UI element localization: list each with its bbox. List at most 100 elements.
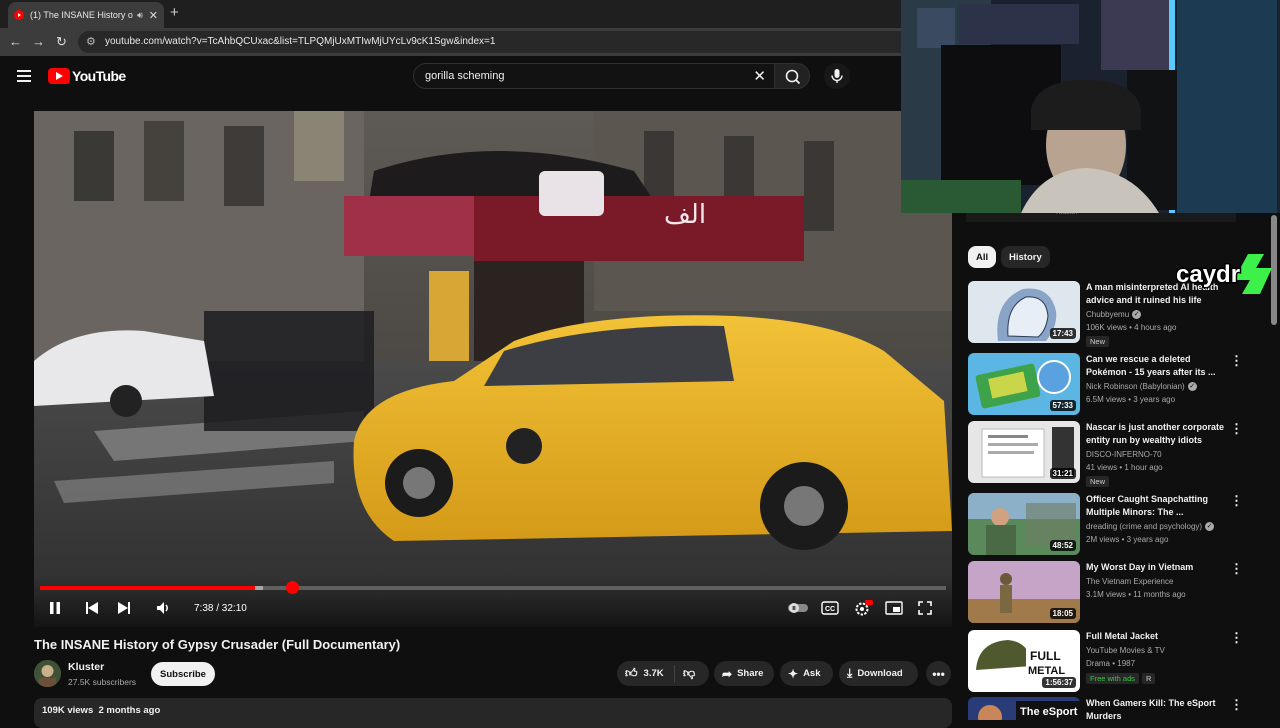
new-badge: New xyxy=(1086,476,1110,487)
video-meta: Drama • 1987 xyxy=(1086,659,1136,668)
search-query[interactable]: gorilla scheming xyxy=(425,70,504,82)
search-input[interactable]: gorilla scheming ✕ xyxy=(413,63,775,89)
more-vertical-icon[interactable]: ⋮ xyxy=(1230,697,1243,713)
more-vertical-icon[interactable]: ⋮ xyxy=(1230,561,1243,577)
verified-icon: ✓ xyxy=(1205,522,1215,532)
channel-avatar[interactable] xyxy=(34,660,61,687)
svg-text:CC: CC xyxy=(825,606,835,613)
video-duration: 17:43 xyxy=(1049,328,1076,339)
youtube-logo[interactable]: YouTube xyxy=(48,68,126,84)
miniplayer-icon[interactable] xyxy=(885,601,903,615)
more-actions-button[interactable]: ••• xyxy=(926,661,951,686)
address-bar[interactable]: ⚙ youtube.com/watch?v=TcAhbQCUxac&list=T… xyxy=(78,31,978,53)
played-bar xyxy=(40,586,255,590)
svg-text:FULL: FULL xyxy=(1030,649,1061,663)
video-meta: 41 views • 1 hour ago xyxy=(1086,463,1163,472)
previous-icon[interactable] xyxy=(84,600,100,616)
browser-tab[interactable]: (1) The INSANE History of G 🔊︎ ✕ xyxy=(8,2,164,28)
video-duration: 1:56:37 xyxy=(1042,677,1076,688)
new-tab-button[interactable]: + xyxy=(170,4,179,21)
streamer-logo: caydr xyxy=(1176,254,1272,294)
channel-name: dreading (crime and psychology) ✓ xyxy=(1086,522,1215,532)
next-icon[interactable] xyxy=(116,600,132,616)
tab-close-icon[interactable]: ✕ xyxy=(149,9,158,22)
voice-search-button[interactable] xyxy=(824,63,850,89)
video-title[interactable]: Can we rescue a deleted Pokémon - 15 yea… xyxy=(1086,353,1226,379)
more-vertical-icon[interactable]: ⋮ xyxy=(1230,493,1243,509)
fullscreen-icon[interactable] xyxy=(918,601,932,615)
share-button[interactable]: ➦ Share xyxy=(714,661,774,686)
video-thumbnail[interactable]: 31:21 xyxy=(968,421,1080,483)
download-icon: ⤓ xyxy=(847,666,853,680)
description-box[interactable]: 109K views 2 months ago xyxy=(34,698,952,728)
more-vertical-icon[interactable]: ⋮ xyxy=(1230,353,1243,369)
like-button[interactable]: 👍︎ 3.7K xyxy=(617,665,675,682)
recommended-video[interactable]: 18:05 My Worst Day in Vietnam The Vietna… xyxy=(968,561,1268,627)
video-title[interactable]: Full Metal Jacket xyxy=(1086,630,1226,643)
channel-name: The Vietnam Experience xyxy=(1086,577,1174,586)
recommended-video[interactable]: FULL METAL 1:56:37 Full Metal Jacket You… xyxy=(968,630,1268,696)
channel-name: DISCO-INFERNO-70 xyxy=(1086,450,1162,459)
more-vertical-icon[interactable]: ⋮ xyxy=(1230,421,1243,437)
video-title[interactable]: Officer Caught Snapchatting Multiple Min… xyxy=(1086,493,1226,519)
settings-icon[interactable] xyxy=(853,599,873,617)
video-thumbnail[interactable]: FULL METAL 1:56:37 xyxy=(968,630,1080,692)
reload-icon[interactable]: ↻ xyxy=(56,34,67,50)
video-thumbnail[interactable]: 57:33 xyxy=(968,353,1080,415)
search-button[interactable] xyxy=(774,63,810,89)
recommended-video[interactable]: 31:21 Nascar is just another corporate e… xyxy=(968,421,1268,487)
microphone-icon xyxy=(831,69,843,83)
video-thumbnail[interactable]: 18:05 xyxy=(968,561,1080,623)
download-button[interactable]: ⤓ Download xyxy=(839,661,918,686)
share-label: Share xyxy=(737,668,764,679)
player-controls xyxy=(34,577,952,627)
ask-button[interactable]: ✦ Ask xyxy=(780,661,833,686)
video-frame: الف xyxy=(34,111,952,627)
autoplay-toggle-icon[interactable] xyxy=(787,601,809,615)
search-icon xyxy=(785,69,801,85)
recommended-video[interactable]: The eSport When Gamers Kill: The eSport … xyxy=(968,697,1268,720)
dislike-button[interactable]: 👎︎ xyxy=(675,666,695,681)
new-badge: New xyxy=(1086,336,1110,347)
tab-title: (1) The INSANE History of G xyxy=(30,10,133,20)
captions-icon[interactable]: CC xyxy=(821,601,839,615)
video-duration: 57:33 xyxy=(1049,400,1076,411)
youtube-favicon-icon xyxy=(14,10,24,20)
volume-icon[interactable] xyxy=(155,600,171,616)
sparkle-icon: ✦ xyxy=(788,666,799,681)
back-icon[interactable]: ← xyxy=(9,34,22,49)
speaker-icon[interactable]: 🔊︎ xyxy=(137,10,143,21)
more-vertical-icon[interactable]: ⋮ xyxy=(1230,630,1243,646)
avatar-image xyxy=(34,660,61,687)
channel-name: Chubbyemu ✓ xyxy=(1086,310,1142,320)
video-meta: 3.1M views • 11 months ago xyxy=(1086,590,1186,599)
channel-name[interactable]: Kluster xyxy=(68,661,104,673)
progress-bar[interactable] xyxy=(40,581,946,594)
scrubber-handle[interactable] xyxy=(285,581,299,594)
chip-all[interactable]: All xyxy=(968,246,997,268)
clear-search-icon[interactable]: ✕ xyxy=(753,67,766,85)
streamer-logo-text: caydr xyxy=(1176,261,1240,288)
forward-icon[interactable]: → xyxy=(32,34,45,49)
more-horizontal-icon: ••• xyxy=(932,666,945,681)
video-player[interactable]: الف xyxy=(34,111,952,627)
timecode: 7:38 / 32:10 xyxy=(194,603,247,614)
video-thumbnail[interactable]: The eSport xyxy=(968,697,1080,720)
video-title[interactable]: Nascar is just another corporate entity … xyxy=(1086,421,1226,447)
pause-icon[interactable] xyxy=(47,600,63,616)
site-info-icon[interactable]: ⚙ xyxy=(86,35,96,48)
video-thumbnail[interactable]: 17:43 xyxy=(968,281,1080,343)
view-count-date: 109K views 2 months ago xyxy=(42,705,161,716)
url-text[interactable]: youtube.com/watch?v=TcAhbQCUxac&list=TLP… xyxy=(105,36,495,47)
chip-history[interactable]: History xyxy=(1001,246,1050,268)
video-title[interactable]: When Gamers Kill: The eSport Murders xyxy=(1086,697,1226,720)
video-thumbnail[interactable]: 48:52 xyxy=(968,493,1080,555)
recommended-video[interactable]: 57:33 Can we rescue a deleted Pokémon - … xyxy=(968,353,1268,419)
subscribe-button[interactable]: Subscribe xyxy=(151,662,215,686)
video-title[interactable]: My Worst Day in Vietnam xyxy=(1086,561,1226,574)
youtube-logo-text: YouTube xyxy=(72,68,126,84)
video-meta: 2M views • 3 years ago xyxy=(1086,535,1169,544)
ask-label: Ask xyxy=(803,668,821,679)
recommended-video[interactable]: 48:52 Officer Caught Snapchatting Multip… xyxy=(968,493,1268,559)
menu-icon[interactable] xyxy=(17,70,31,82)
